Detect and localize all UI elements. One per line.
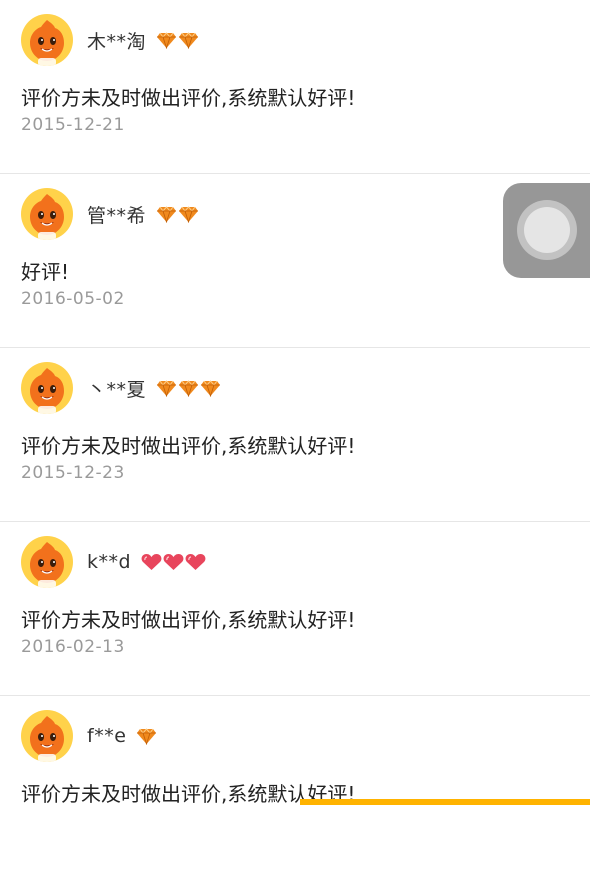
bottom-accent-bar <box>300 799 590 805</box>
diamond-icon <box>178 379 199 397</box>
reviewer-name: 丶**夏 <box>87 378 147 401</box>
diamond-icon <box>136 727 157 745</box>
review-item[interactable]: 木**淘 评价方未及时做出评价,系统默认好评! 2015-12-21 <box>0 0 590 174</box>
credit-badges <box>141 553 206 571</box>
credit-badges <box>136 727 157 745</box>
avatar[interactable] <box>21 188 73 240</box>
assistive-touch-button[interactable] <box>503 183 590 278</box>
credit-badges <box>156 379 221 397</box>
review-content: 好评! <box>21 260 70 284</box>
review-date: 2016-02-13 <box>21 637 125 657</box>
review-date: 2015-12-21 <box>21 115 125 135</box>
avatar[interactable] <box>21 710 73 762</box>
avatar[interactable] <box>21 362 73 414</box>
review-content: 评价方未及时做出评价,系统默认好评! <box>21 86 356 110</box>
review-header: 管**希 <box>21 187 199 241</box>
reviewer-name: f**e <box>87 725 127 747</box>
review-date: 2015-12-23 <box>21 463 125 483</box>
diamond-icon <box>156 205 177 223</box>
diamond-icon <box>156 379 177 397</box>
reviewer-name: 管**希 <box>87 204 147 227</box>
review-content: 评价方未及时做出评价,系统默认好评! <box>21 434 356 458</box>
assistive-touch-icon <box>517 200 577 260</box>
credit-badges <box>156 31 199 49</box>
review-item[interactable]: f**e 评价方未及时做出评价,系统默认好评! <box>0 696 590 870</box>
avatar[interactable] <box>21 14 73 66</box>
diamond-icon <box>156 31 177 49</box>
diamond-icon <box>178 205 199 223</box>
review-item[interactable]: 管**希 好评! 2016-05-02 <box>0 174 590 348</box>
heart-icon <box>163 553 184 571</box>
review-item[interactable]: 丶**夏 评价方未及时做出评价,系统默认好评! 2015-12-23 <box>0 348 590 522</box>
review-list: 木**淘 评价方未及时做出评价,系统默认好评! 2015-12-21 管**希 … <box>0 0 590 870</box>
review-content: 评价方未及时做出评价,系统默认好评! <box>21 608 356 632</box>
review-header: 木**淘 <box>21 13 199 67</box>
diamond-icon <box>178 31 199 49</box>
credit-badges <box>156 205 199 223</box>
reviewer-name: k**d <box>87 551 132 573</box>
review-date: 2016-05-02 <box>21 289 125 309</box>
heart-icon <box>185 553 206 571</box>
review-header: f**e <box>21 709 157 763</box>
review-item[interactable]: k**d 评价方未及时做出评价,系统默认好评! 2016-02-13 <box>0 522 590 696</box>
review-header: k**d <box>21 535 206 589</box>
avatar[interactable] <box>21 536 73 588</box>
review-header: 丶**夏 <box>21 361 221 415</box>
diamond-icon <box>200 379 221 397</box>
heart-icon <box>141 553 162 571</box>
reviewer-name: 木**淘 <box>87 30 147 53</box>
